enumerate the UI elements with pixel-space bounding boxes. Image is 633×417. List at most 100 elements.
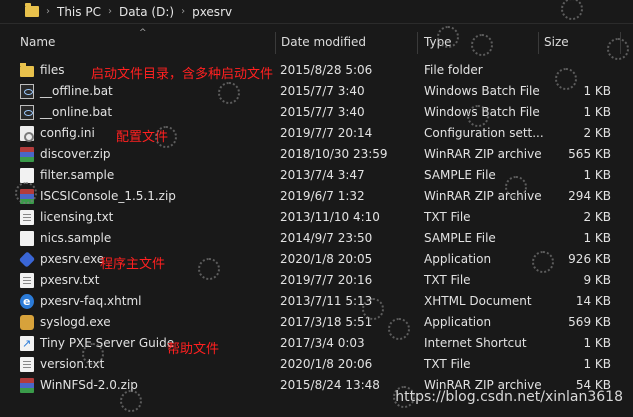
file-date-modified: 2020/1/8 20:05 [280,252,373,266]
file-size: 1 KB [583,84,611,98]
file-date-modified: 2013/7/4 3:47 [280,168,365,182]
file-date-modified: 2015/7/7 3:40 [280,105,365,119]
config-file-icon [20,126,34,142]
chevron-right-icon: › [181,6,186,17]
snowflake-decoration-icon [467,105,489,127]
breadcrumb-data-drive[interactable]: Data (D:) [119,5,174,19]
file-row[interactable]: pxesrv.txt 2019/7/7 20:16 TXT File 9 KB [0,270,633,291]
file-name: pxesrv.txt [40,273,100,287]
snowflake-decoration-icon [607,38,629,60]
annotation-files: 启动文件目录，含多种启动文件 [91,67,274,82]
file-size: 2 KB [583,210,611,224]
file-name: Tiny PXE Server Guide [40,336,175,350]
file-date-modified: 2014/9/7 23:50 [280,231,373,245]
file-type: Internet Shortcut [424,336,527,350]
file-type: TXT File [424,210,471,224]
file-date-modified: 2019/7/7 20:14 [280,126,373,140]
file-row[interactable]: __online.bat 2015/7/7 3:40 Windows Batch F… [0,102,633,123]
file-row[interactable]: filter.sample 2013/7/4 3:47 SAMPLE File 1 K… [0,165,633,186]
text-file-icon [20,210,34,225]
file-size: 1 KB [583,168,611,182]
file-name: config.ini [40,126,95,140]
file-row[interactable]: __offline.bat 2015/7/7 3:40 Windows Batch … [0,81,633,102]
file-size: 1 KB [583,357,611,371]
breadcrumb-pxesrv[interactable]: pxesrv [192,5,232,19]
folder-icon [25,3,39,17]
text-file-icon [20,357,34,372]
file-name: files [40,63,65,77]
column-header-date[interactable]: Date modified [281,28,366,56]
internet-shortcut-icon [20,333,34,354]
file-type: XHTML Document [424,294,532,308]
snowflake-decoration-icon [362,298,384,320]
file-date-modified: 2018/10/30 23:59 [280,147,388,161]
column-divider[interactable] [538,32,539,54]
file-name: filter.sample [40,168,115,182]
batch-file-icon [20,105,34,120]
file-size: 569 KB [568,315,611,329]
column-divider[interactable] [417,32,418,54]
column-header-name[interactable]: Name [20,28,55,56]
file-row[interactable]: syslogd.exe 2017/3/18 5:51 Application 569 … [0,312,633,333]
file-type: File folder [424,63,483,77]
file-size: 294 KB [568,189,611,203]
file-type: Application [424,315,492,329]
zip-archive-icon [20,378,34,393]
file-type: Windows Batch File [424,84,540,98]
column-header-size[interactable]: Size [544,28,569,56]
snowflake-decoration-icon [471,34,493,56]
snowflake-decoration-icon [198,258,220,280]
file-type: TXT File [424,357,471,371]
file-size: 14 KB [575,294,611,308]
file-row[interactable]: discover.zip 2018/10/30 23:59 WinRAR ZIP a… [0,144,633,165]
file-row[interactable]: nics.sample 2014/9/7 23:50 SAMPLE File 1 KB [0,228,633,249]
file-date-modified: 2013/7/11 5:13 [280,294,373,308]
file-date-modified: 2015/8/28 5:06 [280,63,373,77]
file-name: syslogd.exe [40,315,111,329]
watermark-url: https://blog.csdn.net/xinlan3618 [395,389,623,405]
breadcrumb-this-pc[interactable]: This PC [57,5,101,19]
file-icon [20,168,34,183]
snowflake-decoration-icon [155,126,177,148]
file-date-modified: 2017/3/4 0:03 [280,336,365,350]
file-name: discover.zip [40,147,111,161]
column-header-row: Name Date modified Type Size [0,28,633,56]
syslog-app-icon [20,315,34,330]
file-size: 9 KB [583,273,611,287]
snowflake-decoration-icon [555,68,577,90]
file-icon [20,231,34,246]
snowflake-decoration-icon [388,318,410,340]
file-name: licensing.txt [40,210,114,224]
file-row[interactable]: ISCSIConsole_1.5.1.zip 2019/6/7 1:32 WinRA… [0,186,633,207]
file-type: WinRAR ZIP archive [424,147,542,161]
file-name: pxesrv.exe [40,252,105,266]
snowflake-decoration-icon [532,251,554,273]
file-type: TXT File [424,273,471,287]
file-date-modified: 2019/6/7 1:32 [280,189,365,203]
file-size: 926 KB [568,252,611,266]
xhtml-document-icon [20,291,34,312]
file-row[interactable]: licensing.txt 2013/11/10 4:10 TXT File 2 KB [0,207,633,228]
file-row[interactable]: config.ini 2019/7/7 20:14 Configuration se… [0,123,633,144]
file-name: nics.sample [40,231,112,245]
file-name: __online.bat [40,105,113,119]
file-name: pxesrv-faq.xhtml [40,294,142,308]
file-date-modified: 2015/8/24 13:48 [280,378,380,392]
file-type: Configuration sett... [424,126,544,140]
annotation-help: 帮助文件 [167,342,220,357]
file-type: Application [424,252,492,266]
application-icon [18,251,36,268]
address-bar[interactable]: › This PC › Data (D:) › pxesrv [0,0,633,24]
file-type: SAMPLE File [424,168,496,182]
file-row[interactable]: pxesrv-faq.xhtml 2013/7/11 5:13 XHTML Docu… [0,291,633,312]
snowflake-decoration-icon [505,176,527,198]
sort-ascending-icon: ^ [139,28,147,38]
file-size: 1 KB [583,231,611,245]
column-divider[interactable] [275,32,276,54]
snowflake-decoration-icon [120,390,142,412]
chevron-right-icon: › [107,6,112,17]
snowflake-decoration-icon [437,26,459,48]
file-name: __offline.bat [40,84,113,98]
batch-file-icon [20,84,34,99]
chevron-right-icon: › [46,6,50,17]
